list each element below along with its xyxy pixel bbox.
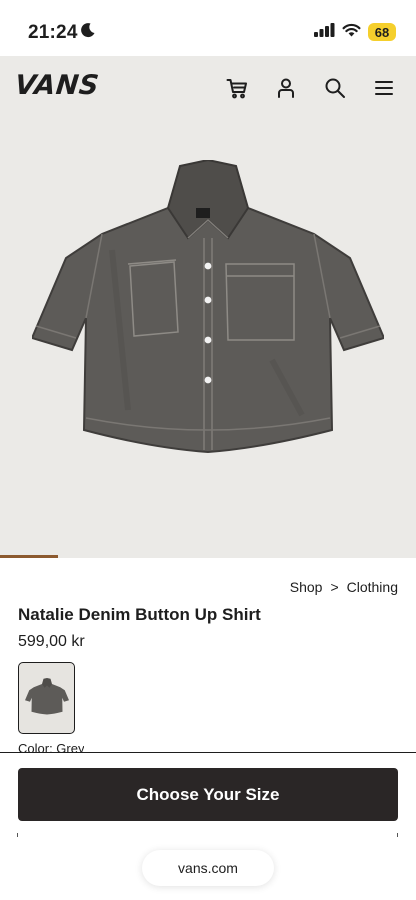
product-image <box>32 160 384 454</box>
search-icon <box>324 77 346 104</box>
account-button[interactable] <box>270 74 302 106</box>
gallery-progress-track <box>0 555 416 558</box>
breadcrumb-clothing[interactable]: Clothing <box>347 579 398 595</box>
product-image-gallery[interactable] <box>0 120 416 556</box>
moon-icon <box>80 22 96 43</box>
menu-icon <box>373 77 395 104</box>
color-swatch-grey[interactable] <box>18 662 75 734</box>
sticky-cta-bar: Choose Your Size vans.com <box>0 752 416 900</box>
vans-logo[interactable]: VANS <box>13 70 100 101</box>
breadcrumb: Shop > Clothing <box>290 579 398 595</box>
battery-icon: 68 <box>368 23 396 41</box>
wifi-icon <box>342 23 361 42</box>
search-button[interactable] <box>319 74 351 106</box>
cart-button[interactable] <box>221 74 253 106</box>
status-time: 21:24 <box>28 22 78 43</box>
divider-tick <box>17 833 18 837</box>
product-price: 599,00 kr <box>18 633 85 650</box>
cart-icon <box>226 77 248 104</box>
account-icon <box>275 77 297 104</box>
url-text: vans.com <box>178 860 238 876</box>
cellular-signal-icon <box>314 22 335 42</box>
menu-button[interactable] <box>368 74 400 106</box>
gallery-progress-bar <box>0 555 59 558</box>
chevron-right-icon: > <box>330 579 339 595</box>
status-indicators: 68 <box>314 22 396 42</box>
browser-url-bar[interactable]: vans.com <box>142 850 274 886</box>
status-bar: 21:24 68 <box>0 0 416 56</box>
site-header: VANS <box>0 56 416 120</box>
breadcrumb-shop[interactable]: Shop <box>290 579 323 595</box>
choose-size-button[interactable]: Choose Your Size <box>18 768 398 821</box>
product-title: Natalie Denim Button Up Shirt <box>18 605 261 624</box>
swatch-thumbnail <box>24 678 69 715</box>
divider-tick <box>397 833 398 837</box>
